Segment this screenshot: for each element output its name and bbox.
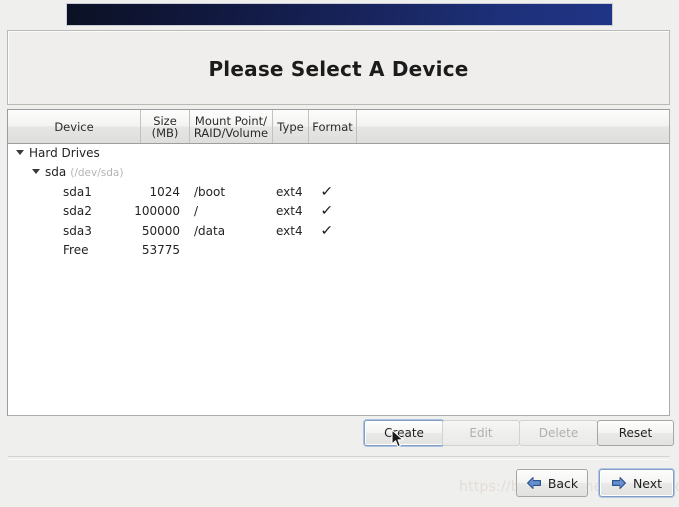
- chevron-down-icon[interactable]: [16, 150, 24, 155]
- device-path: (/dev/sda): [70, 167, 124, 180]
- wizard-navigation-bar: Back Next: [0, 469, 679, 499]
- cell-type: ext4: [276, 204, 303, 219]
- column-header-size[interactable]: Size (MB): [141, 110, 190, 143]
- title-frame: Please Select A Device: [7, 30, 670, 105]
- table-row[interactable]: Free 53775: [8, 241, 669, 260]
- reset-button[interactable]: Reset: [597, 420, 674, 446]
- column-header-format[interactable]: Format: [309, 110, 357, 143]
- create-button[interactable]: Create: [364, 420, 444, 446]
- banner-area: [0, 0, 679, 29]
- cell-type: ext4: [276, 184, 303, 199]
- device-name: Free: [63, 242, 89, 257]
- cell-mountpoint: /boot: [194, 184, 226, 199]
- cell-size: [126, 144, 180, 163]
- arrow-right-icon: [611, 476, 627, 490]
- table-body[interactable]: Hard Drives sda (/dev/sda) sda1 1024/boot ext…: [8, 144, 669, 415]
- cell-size: 50000: [141, 223, 180, 238]
- cell-size: 1024: [149, 184, 180, 199]
- next-button[interactable]: Next: [599, 469, 674, 497]
- installer-banner: [67, 4, 612, 25]
- cell-device: Free: [8, 241, 88, 260]
- delete-button: Delete: [519, 420, 598, 446]
- table-row[interactable]: sda3 50000/data ext4 ✓: [8, 222, 669, 241]
- cell-device: sda2: [8, 202, 92, 221]
- table-row[interactable]: Hard Drives: [8, 144, 669, 163]
- device-name: sda1: [63, 184, 92, 199]
- next-button-label: Next: [632, 475, 663, 491]
- cell-format: ✓: [320, 222, 334, 239]
- table-row[interactable]: sda (/dev/sda): [8, 163, 669, 182]
- cell-device: sda1: [8, 183, 92, 202]
- cell-mountpoint: /data: [194, 223, 226, 238]
- device-name: sda: [45, 165, 67, 180]
- cell-size: [126, 163, 180, 182]
- column-header-size-label-line1: Size: [153, 113, 177, 128]
- column-header-mountpoint-label-line1: Mount Point/: [194, 113, 268, 128]
- column-header-mountpoint[interactable]: Mount Point/ RAID/Volume: [190, 110, 273, 143]
- column-header-device[interactable]: Device: [8, 110, 141, 143]
- column-header-size-label-line2: (MB): [151, 125, 179, 140]
- device-name: Hard Drives: [29, 146, 100, 160]
- column-header-mountpoint-label-line2: RAID/Volume: [193, 125, 269, 140]
- footer-separator: [8, 456, 670, 460]
- cell-format: ✓: [320, 203, 334, 220]
- table-header-row: Device Size (MB) Mount Point/ RAID/Volum…: [8, 110, 669, 144]
- partition-action-bar: Create Edit Delete Reset: [0, 420, 679, 448]
- cell-size: 53775: [141, 242, 180, 257]
- cell-device: sda (/dev/sda): [8, 163, 123, 182]
- column-header-filler: [357, 110, 669, 143]
- cell-type: ext4: [276, 223, 303, 238]
- arrow-left-icon: [526, 476, 542, 490]
- chevron-down-icon[interactable]: [32, 169, 40, 175]
- back-button-label: Back: [547, 475, 579, 491]
- cell-format: ✓: [320, 183, 334, 200]
- cell-device: sda3: [8, 222, 92, 241]
- back-button[interactable]: Back: [516, 469, 588, 497]
- page-title: Please Select A Device: [208, 57, 469, 81]
- cell-device: Hard Drives: [8, 144, 100, 163]
- device-name: sda3: [63, 223, 92, 238]
- column-header-device-label: Device: [54, 119, 94, 134]
- device-table[interactable]: Device Size (MB) Mount Point/ RAID/Volum…: [7, 109, 670, 416]
- column-header-type-label: Type: [277, 119, 304, 134]
- cell-mountpoint: /: [194, 204, 199, 219]
- edit-button: Edit: [442, 420, 520, 446]
- device-name: sda2: [63, 204, 92, 219]
- column-header-type[interactable]: Type: [273, 110, 309, 143]
- cell-size: 100000: [134, 204, 180, 219]
- column-header-format-label: Format: [312, 119, 353, 134]
- table-row[interactable]: sda2 100000 / ext4 ✓: [8, 202, 669, 221]
- table-row[interactable]: sda1 1024/boot ext4 ✓: [8, 183, 669, 202]
